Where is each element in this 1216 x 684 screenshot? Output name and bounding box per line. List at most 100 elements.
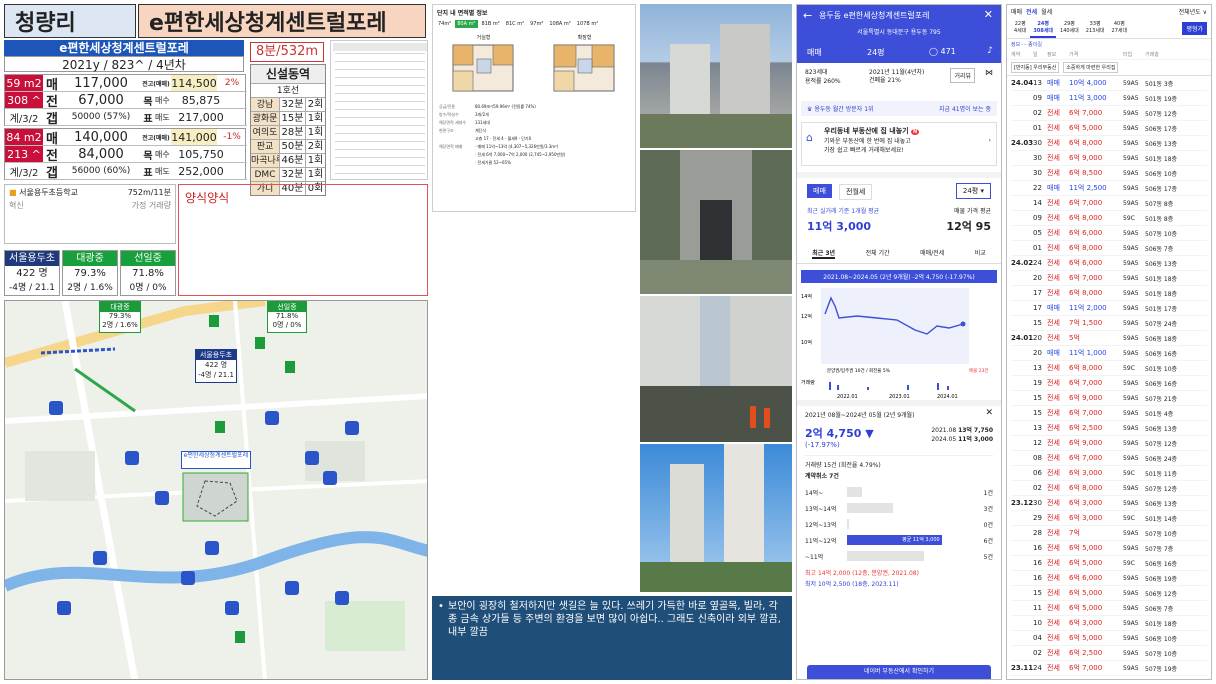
- deal-row[interactable]: 28 전세 7억 59A5 507동 10층: [1011, 526, 1207, 541]
- deal-row[interactable]: 23.12 30 전세 6억 3,000 59A5 506동 13층: [1011, 496, 1207, 511]
- deal-row[interactable]: 09 매매 11억 3,000 59A5 501동 19층: [1011, 91, 1207, 106]
- plan-tab[interactable]: 80A m²: [455, 20, 478, 28]
- map-property-pin[interactable]: [205, 541, 219, 555]
- plan-tab[interactable]: 81C m²: [504, 20, 526, 28]
- deal-row[interactable]: 14 전세 6억 7,000 59A5 507동 8층: [1011, 196, 1207, 211]
- deal-tab[interactable]: 월세: [1041, 7, 1052, 16]
- size-tab[interactable]: 29평 140세대: [1057, 18, 1082, 38]
- plan-tab[interactable]: 97m²: [528, 20, 545, 28]
- chart-tab[interactable]: 비교: [975, 248, 986, 259]
- deal-row[interactable]: 11 전세 6억 5,000 59A5 506동 7층: [1011, 601, 1207, 616]
- price-tab-sale[interactable]: 매매: [807, 184, 832, 198]
- deal-row[interactable]: 15 전세 6억 5,000 59A5 506동 12층: [1011, 586, 1207, 601]
- deal-row[interactable]: 12 전세 6억 9,000 59A5 507동 12층: [1011, 436, 1207, 451]
- deal-row[interactable]: 10 전세 6억 3,000 59A5 501동 18층: [1011, 616, 1207, 631]
- map-property-pin[interactable]: [49, 401, 63, 415]
- deal-row[interactable]: 13 전세 6억 8,000 59C 501동 10층: [1011, 361, 1207, 376]
- map-property-pin[interactable]: [225, 601, 239, 615]
- map-label-dgj[interactable]: 대광중 79.3% 2명 / 1.6%: [99, 301, 141, 333]
- comment-count[interactable]: ◯ 471: [929, 47, 956, 56]
- map-property-pin[interactable]: [125, 451, 139, 465]
- mobile-tab-sale[interactable]: 매매: [807, 47, 822, 58]
- deal-row[interactable]: 24.04 13 매매 10억 4,000 59A5 501동 3층: [1011, 76, 1207, 91]
- map-property-pin[interactable]: [323, 471, 337, 485]
- deal-row[interactable]: 24.03 30 전세 6억 8,000 59A5 506동 13층: [1011, 136, 1207, 151]
- photo-entrance[interactable]: [640, 150, 792, 294]
- deal-row[interactable]: 16 전세 6억 6,000 59A5 506동 19층: [1011, 571, 1207, 586]
- deal-row[interactable]: 30 전세 6억 9,000 59A5 501동 18층: [1011, 151, 1207, 166]
- deal-row[interactable]: 15 전세 6억 7,000 59A5 501동 4층: [1011, 406, 1207, 421]
- deal-row[interactable]: 05 전세 6억 6,000 59A5 507동 10층: [1011, 226, 1207, 241]
- deal-row[interactable]: 20 전세 6억 7,000 59A5 501동 18층: [1011, 271, 1207, 286]
- plan-tab[interactable]: 74m²: [436, 20, 453, 28]
- photo-building-front[interactable]: [640, 4, 792, 148]
- plan-tab[interactable]: 108A m²: [547, 20, 572, 28]
- deal-row[interactable]: 16 전세 6억 5,000 59C 506동 16층: [1011, 556, 1207, 571]
- map-school-pin[interactable]: [235, 631, 245, 643]
- map-label-ydc[interactable]: 서울용두초 422 명 -4명 / 21.1: [195, 349, 237, 383]
- size-btn[interactable]: 평형가: [1182, 21, 1207, 35]
- size-tab[interactable]: 33평 213세대: [1083, 18, 1108, 38]
- photo-tower[interactable]: [640, 444, 792, 592]
- photo-parking-gate[interactable]: [640, 296, 792, 442]
- deal-tab[interactable]: 전세: [1026, 7, 1037, 16]
- deal-tab[interactable]: 매매: [1011, 7, 1022, 16]
- deal-row[interactable]: 16 전세 6억 5,000 59A5 507동 7층: [1011, 541, 1207, 556]
- map-property-pin[interactable]: [285, 581, 299, 595]
- chart-tab[interactable]: 전체 기간: [866, 248, 890, 259]
- map-property-pin[interactable]: [181, 571, 195, 585]
- agent-1[interactable]: [반지동] 우리부동산: [1011, 62, 1060, 73]
- map-school-pin[interactable]: [209, 315, 219, 327]
- close-icon[interactable]: ✕: [984, 8, 993, 21]
- deal-row[interactable]: 17 전세 6억 8,000 59A5 501동 18층: [1011, 286, 1207, 301]
- agent-2[interactable]: 소중하게 마련한 우리집: [1063, 62, 1119, 73]
- deal-row[interactable]: 02 전세 6억 2,500 59A5 507동 10층: [1011, 646, 1207, 661]
- deal-row[interactable]: 29 전세 6억 3,000 59C 501동 14층: [1011, 511, 1207, 526]
- map-property-pin[interactable]: [93, 551, 107, 565]
- map-school-pin[interactable]: [215, 421, 225, 433]
- deal-row[interactable]: 20 매매 11억 1,000 59A5 506동 16층: [1011, 346, 1207, 361]
- plan-tab[interactable]: 107B m²: [575, 20, 600, 28]
- deal-row[interactable]: 01 전세 6억 5,000 59A5 506동 17층: [1011, 121, 1207, 136]
- deal-row[interactable]: 09 전세 6억 8,000 59C 501동 8층: [1011, 211, 1207, 226]
- bell-icon[interactable]: ♪: [987, 46, 993, 56]
- deal-row[interactable]: 19 전세 6억 7,000 59A5 506동 16층: [1011, 376, 1207, 391]
- chart-tab[interactable]: 최근 3년: [812, 248, 836, 259]
- deal-row[interactable]: 21전세6억 5,00059A5507동 17층: [1011, 676, 1207, 679]
- map-property-pin[interactable]: [335, 591, 349, 605]
- map-school-pin[interactable]: [255, 337, 265, 349]
- distance-view-button[interactable]: 거리뷰: [950, 68, 975, 83]
- footer-button[interactable]: 네이버 부동산에서 확인하기: [807, 665, 991, 679]
- size-tab[interactable]: 22평 4세대: [1011, 18, 1029, 38]
- share-icon[interactable]: ⋈: [985, 68, 993, 77]
- mobile-tab-size[interactable]: 24평: [867, 47, 885, 58]
- size-select[interactable]: 24평 ▾: [955, 183, 991, 199]
- map-school-pin[interactable]: [285, 361, 295, 373]
- size-tab[interactable]: 40평 27세대: [1109, 18, 1131, 38]
- stat-close-icon[interactable]: ✕: [985, 408, 993, 418]
- year-filter[interactable]: 전체년도 ∨: [1179, 7, 1207, 16]
- back-arrow-icon[interactable]: ←: [803, 9, 812, 22]
- deal-row[interactable]: 23.11 24 전세 6억 7,000 59A5 507동 19층: [1011, 661, 1207, 676]
- map-property-pin[interactable]: [57, 601, 71, 615]
- deal-row[interactable]: 22 매매 11억 2,500 59A5 506동 17층: [1011, 181, 1207, 196]
- deal-row[interactable]: 02 전세 6억 7,000 59A5 507동 12층: [1011, 106, 1207, 121]
- map-property-pin[interactable]: [265, 411, 279, 425]
- promo-card[interactable]: ⌂ 우리동네 부동산에 집 내놓기 N 기와운 부동산에 한 번에 집 내놓고 …: [801, 122, 997, 166]
- deal-row[interactable]: 04 전세 6억 5,000 59A5 506동 10층: [1011, 631, 1207, 646]
- neighborhood-map[interactable]: 대광중 79.3% 2명 / 1.6% 선일중 71.8% 0명 / 0% 서울용두…: [4, 300, 428, 680]
- size-tab[interactable]: 24평 308세대: [1030, 18, 1057, 38]
- deal-row[interactable]: 15 전세 7억 1,500 59A5 507동 24층: [1011, 316, 1207, 331]
- deal-row[interactable]: 01 전세 6억 8,000 59A5 506동 7층: [1011, 241, 1207, 256]
- deal-row[interactable]: 06 전세 6억 3,000 59C 501동 11층: [1011, 466, 1207, 481]
- deal-row[interactable]: 24.02 24 전세 6억 6,000 59A5 506동 13층: [1011, 256, 1207, 271]
- deal-row[interactable]: 02 전세 6억 8,000 59A5 507동 12층: [1011, 481, 1207, 496]
- visit-bar[interactable]: ♛ 용두동 월간 방문자 1위 지금 41명이 보는 중: [801, 101, 997, 116]
- map-label-sij[interactable]: 선일중 71.8% 0명 / 0%: [267, 301, 307, 333]
- map-property-pin[interactable]: [305, 451, 319, 465]
- map-apartment-label[interactable]: e편한세상청계센트럴포레: [181, 451, 251, 469]
- deal-row[interactable]: 15 전세 6억 9,000 59A5 507동 21층: [1011, 391, 1207, 406]
- plan-tab[interactable]: 81B m²: [480, 20, 502, 28]
- deal-row[interactable]: 17 매매 11억 2,000 59A5 501동 17층: [1011, 301, 1207, 316]
- deal-row[interactable]: 24.01 20 전세 5억 59A5 506동 18층: [1011, 331, 1207, 346]
